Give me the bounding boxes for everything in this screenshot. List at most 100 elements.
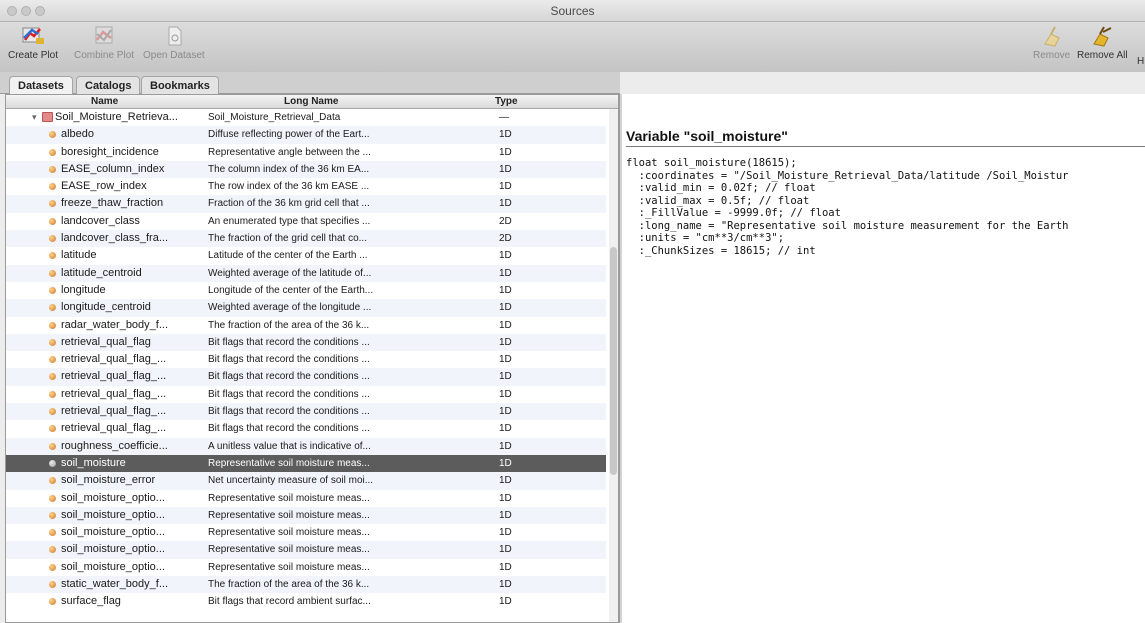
description-line: float soil_moisture(18615); <box>626 157 797 169</box>
table-row[interactable]: static_water_body_f... The fraction of th… <box>6 576 606 594</box>
sources-window: Sources Create Plot Combine Plot Open Da… <box>0 0 1145 623</box>
table-row[interactable]: retrieval_qual_flag_... Bit flags that re… <box>6 368 606 386</box>
variable-icon <box>49 511 56 519</box>
table-row[interactable]: landcover_class_fra... The fraction of th… <box>6 230 606 248</box>
table-row[interactable]: boresight_incidence Representative angle … <box>6 144 606 161</box>
cell-name: retrieval_qual_flag_... <box>61 405 167 418</box>
table-row[interactable]: longitude_centroid Weighted average of th… <box>6 299 606 317</box>
cell-type: 1D <box>499 492 512 504</box>
variable-icon <box>49 442 56 450</box>
cell-type: 1D <box>499 163 512 175</box>
table-row[interactable]: freeze_thaw_fraction Fraction of the 36 k… <box>6 195 606 213</box>
table-row[interactable]: radar_water_body_f... The fraction of the… <box>6 317 606 334</box>
cell-name: retrieval_qual_flag_... <box>61 387 167 400</box>
table-row[interactable]: landcover_class An enumerated type that s… <box>6 213 606 230</box>
cell-name: soil_moisture_error <box>61 474 156 487</box>
tab-catalogs[interactable]: Catalogs <box>76 76 141 94</box>
combine-plot-icon <box>95 26 113 44</box>
cell-name: soil_moisture <box>61 456 126 469</box>
cell-name: latitude_centroid <box>61 266 142 279</box>
combine-plot-button[interactable]: Combine Plot <box>74 24 134 61</box>
cell-type: 1D <box>499 319 512 331</box>
cell-long-name: Representative soil moisture meas... <box>208 509 370 521</box>
table-row[interactable]: soil_moisture_optio... Representative soi… <box>6 524 606 541</box>
variable-icon <box>49 338 56 346</box>
table-row[interactable]: retrieval_qual_flag_... Bit flags that re… <box>6 403 606 421</box>
tab-datasets[interactable]: Datasets <box>9 76 73 94</box>
open-dataset-button[interactable]: Open Dataset <box>143 24 205 61</box>
cell-long-name: Representative soil moisture meas... <box>208 527 370 539</box>
cell-long-name: Bit flags that record the conditions ... <box>208 371 370 383</box>
variable-icon <box>49 477 56 485</box>
group-folder-icon <box>42 112 53 122</box>
cell-long-name: Representative soil moisture meas... <box>208 544 370 556</box>
table-row[interactable]: albedo Diffuse reflecting power of the Ea… <box>6 126 606 144</box>
variable-icon <box>49 390 56 398</box>
variable-icon <box>49 494 56 502</box>
table-row[interactable]: retrieval_qual_flag_... Bit flags that re… <box>6 386 606 403</box>
cell-type: 1D <box>499 371 512 383</box>
remove-all-button[interactable]: Remove All <box>1077 24 1128 61</box>
create-plot-icon <box>22 27 45 44</box>
overflow-button[interactable]: H <box>1137 56 1144 67</box>
cell-long-name: Representative angle between the ... <box>208 146 371 158</box>
cell-type: 1D <box>499 440 512 452</box>
tab-bookmarks[interactable]: Bookmarks <box>141 76 219 94</box>
remove-all-label: Remove All <box>1077 50 1128 61</box>
table-row[interactable]: soil_moisture_error Net uncertainty measu… <box>6 472 606 490</box>
cell-name: retrieval_qual_flag_... <box>61 422 167 435</box>
cell-long-name: Net uncertainty measure of soil moi... <box>208 475 374 487</box>
table-body: ▾ Soil_Moisture_Retrieva... Soil_Moisture_… <box>6 109 606 611</box>
table-row[interactable]: surface_flag Bit flags that record ambien… <box>6 593 606 610</box>
description-line: :_ChunkSizes = 18615; // int <box>626 244 816 257</box>
vertical-scrollbar[interactable] <box>609 109 618 622</box>
table-row[interactable]: EASE_column_index The column index of the… <box>6 160 606 179</box>
variable-icon <box>49 408 56 416</box>
group-row[interactable]: ▾ Soil_Moisture_Retrieva... Soil_Moisture_… <box>6 109 606 126</box>
disclosure-triangle-icon[interactable]: ▾ <box>32 112 37 123</box>
cell-long-name: The fraction of the grid cell that co... <box>208 233 367 245</box>
cell-name: static_water_body_f... <box>61 578 169 591</box>
cell-type: 1D <box>499 146 512 158</box>
scrollbar-thumb[interactable] <box>610 247 617 475</box>
cell-name: EASE_column_index <box>61 162 165 175</box>
cell-type: 1D <box>499 596 512 608</box>
table-row[interactable]: retrieval_qual_flag_... Bit flags that re… <box>6 420 606 437</box>
datasets-table: Name Long Name Type ▾ Soil_Moisture_Retri… <box>5 94 619 623</box>
table-row[interactable]: longitude Longitude of the center of the … <box>6 282 606 299</box>
variable-icon <box>49 546 56 554</box>
table-row[interactable]: soil_moisture_optio... Representative soi… <box>6 559 606 576</box>
table-row[interactable]: retrieval_qual_flag Bit flags that record… <box>6 333 606 352</box>
cell-type: 1D <box>499 509 512 521</box>
table-row[interactable]: soil_moisture_optio... Representative soi… <box>6 506 606 525</box>
cell-name: soil_moisture_optio... <box>61 560 165 573</box>
cell-name: soil_moisture_optio... <box>61 508 165 521</box>
create-plot-button[interactable]: Create Plot <box>8 24 58 61</box>
table-row[interactable]: retrieval_qual_flag_... Bit flags that re… <box>6 351 606 368</box>
column-header-name[interactable]: Name <box>91 96 118 107</box>
cell-type: 1D <box>499 423 512 435</box>
cell-long-name: Fraction of the 36 km grid cell that ... <box>208 198 370 210</box>
table-row[interactable]: soil_moisture_optio... Representative soi… <box>6 490 606 507</box>
column-header-long-name[interactable]: Long Name <box>284 96 338 107</box>
cell-type: 1D <box>499 561 512 573</box>
cell-name: EASE_row_index <box>61 180 147 193</box>
table-row[interactable]: roughness_coefficie... A unitless value t… <box>6 437 606 455</box>
table-row[interactable]: latitude Latitude of the center of the Ea… <box>6 247 606 264</box>
table-row[interactable]: soil_moisture_optio... Representative soi… <box>6 541 606 559</box>
cell-long-name: The column index of the 36 km EA... <box>208 163 370 175</box>
cell-name: Soil_Moisture_Retrieva... <box>55 111 178 123</box>
cell-name: longitude <box>61 283 106 296</box>
variable-icon <box>49 529 56 537</box>
table-row[interactable]: EASE_row_index The row index of the 36 km… <box>6 178 606 195</box>
remove-button[interactable]: Remove <box>1033 24 1070 61</box>
description-line: :coordinates = "/Soil_Moisture_Retrieval… <box>626 169 1069 182</box>
combine-plot-label: Combine Plot <box>74 50 135 61</box>
cell-name: boresight_incidence <box>61 145 159 158</box>
cell-long-name: Bit flags that record the conditions ... <box>208 388 370 400</box>
column-header-type[interactable]: Type <box>495 96 518 107</box>
table-row[interactable]: latitude_centroid Weighted average of the… <box>6 264 606 282</box>
table-row[interactable]: soil_moisture Representative soil moistur… <box>6 454 606 473</box>
cell-name: landcover_class <box>61 214 140 227</box>
variable-icon <box>49 252 56 260</box>
